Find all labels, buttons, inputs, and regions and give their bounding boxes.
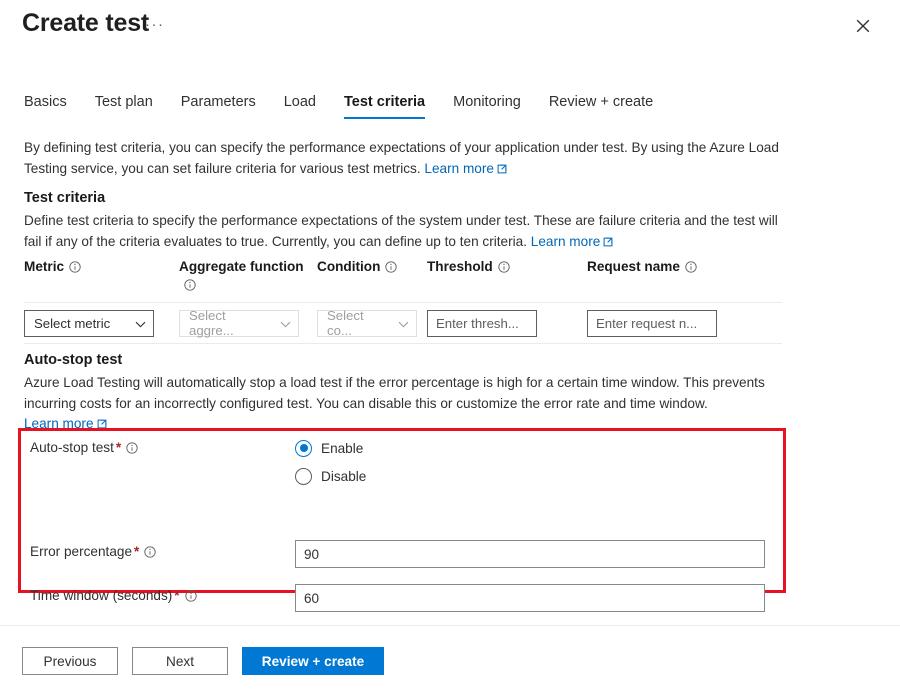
external-link-icon	[603, 233, 613, 254]
auto-stop-test-label-text: Auto-stop test	[30, 440, 114, 455]
footer-separator	[0, 625, 900, 626]
time-window-input[interactable]	[295, 584, 765, 612]
auto-stop-radio-group: Enable Disable	[295, 436, 775, 492]
chevron-down-icon	[280, 316, 291, 331]
page-title: Create test	[22, 9, 149, 38]
form-row-time-window: Time window (seconds)*	[30, 584, 775, 612]
error-percentage-control	[295, 540, 775, 568]
time-window-control	[295, 584, 775, 612]
info-icon[interactable]	[126, 441, 138, 459]
tab-test-criteria[interactable]: Test criteria	[344, 94, 425, 119]
test-criteria-table: Metric Aggregate function Condition Thre…	[24, 258, 782, 344]
info-icon[interactable]	[498, 260, 510, 278]
condition-dropdown-value: Select co...	[327, 308, 392, 338]
cell-threshold	[427, 310, 587, 337]
aggregate-function-dropdown-value: Select aggre...	[189, 308, 274, 338]
tab-review-create[interactable]: Review + create	[549, 94, 653, 119]
tab-load[interactable]: Load	[284, 94, 316, 119]
intro-paragraph: By defining test criteria, you can speci…	[24, 138, 784, 180]
intro-learn-more-label: Learn more	[424, 161, 494, 176]
request-name-input[interactable]	[587, 310, 717, 337]
condition-dropdown[interactable]: Select co...	[317, 310, 417, 337]
auto-stop-heading: Auto-stop test	[24, 352, 784, 368]
form-row-error-percentage: Error percentage*	[30, 540, 775, 568]
metric-dropdown[interactable]: Select metric	[24, 310, 154, 337]
close-icon[interactable]	[850, 13, 876, 39]
column-header-request-name: Request name	[587, 258, 767, 278]
auto-stop-description: Azure Load Testing will automatically st…	[24, 373, 784, 436]
intro-learn-more-link[interactable]: Learn more	[424, 161, 507, 176]
tab-parameters[interactable]: Parameters	[181, 94, 256, 119]
test-criteria-heading: Test criteria	[24, 190, 784, 206]
auto-stop-learn-more-link[interactable]: Learn more	[24, 416, 107, 431]
info-icon[interactable]	[69, 260, 81, 278]
form-row-auto-stop-test: Auto-stop test* Enable Disable	[30, 436, 775, 492]
wizard-tabs: Basics Test plan Parameters Load Test cr…	[24, 94, 876, 126]
column-header-threshold-label: Threshold	[427, 259, 493, 274]
more-options-ellipsis[interactable]: ···	[145, 16, 165, 33]
time-window-label-text: Time window (seconds)	[30, 588, 172, 603]
intro-text: By defining test criteria, you can speci…	[24, 140, 779, 176]
radio-disable-label: Disable	[321, 469, 366, 484]
column-header-metric: Metric	[24, 258, 179, 278]
column-header-threshold: Threshold	[427, 258, 587, 278]
next-button[interactable]: Next	[132, 647, 228, 675]
tab-test-plan[interactable]: Test plan	[95, 94, 153, 119]
column-header-condition-label: Condition	[317, 259, 380, 274]
info-icon[interactable]	[144, 545, 156, 563]
radio-enable-icon	[295, 440, 312, 457]
column-header-condition: Condition	[317, 258, 427, 278]
auto-stop-learn-more-label: Learn more	[24, 416, 94, 431]
required-asterisk: *	[116, 440, 121, 455]
chevron-down-icon	[398, 316, 409, 331]
error-percentage-input[interactable]	[295, 540, 765, 568]
error-percentage-label: Error percentage*	[30, 540, 295, 563]
table-row: Select metric Select aggre... Select co.…	[24, 303, 782, 344]
threshold-input[interactable]	[427, 310, 537, 337]
test-criteria-description-text: Define test criteria to specify the perf…	[24, 213, 778, 249]
wizard-footer: Previous Next Review + create	[22, 647, 384, 675]
tab-monitoring[interactable]: Monitoring	[453, 94, 521, 119]
info-icon[interactable]	[184, 278, 196, 296]
external-link-icon	[497, 160, 507, 181]
content-intro: By defining test criteria, you can speci…	[24, 138, 784, 261]
test-criteria-description: Define test criteria to specify the perf…	[24, 211, 784, 253]
previous-button[interactable]: Previous	[22, 647, 118, 675]
info-icon[interactable]	[185, 589, 197, 607]
radio-enable[interactable]: Enable	[295, 436, 775, 460]
auto-stop-form: Auto-stop test* Enable Disable Error per…	[30, 436, 775, 628]
time-window-label: Time window (seconds)*	[30, 584, 295, 607]
blade-header: Create test ···	[0, 0, 900, 60]
test-criteria-learn-more-link[interactable]: Learn more	[531, 234, 614, 249]
info-icon[interactable]	[385, 260, 397, 278]
radio-disable[interactable]: Disable	[295, 464, 775, 488]
info-icon[interactable]	[685, 260, 697, 278]
column-header-request-name-label: Request name	[587, 259, 680, 274]
review-create-button[interactable]: Review + create	[242, 647, 384, 675]
aggregate-function-dropdown[interactable]: Select aggre...	[179, 310, 299, 337]
column-header-aggregate-function-label: Aggregate function	[179, 259, 304, 274]
cell-condition: Select co...	[317, 310, 427, 337]
cell-aggregate-function: Select aggre...	[179, 310, 317, 337]
column-header-metric-label: Metric	[24, 259, 64, 274]
radio-enable-label: Enable	[321, 441, 363, 456]
cell-request-name	[587, 310, 767, 337]
table-header-row: Metric Aggregate function Condition Thre…	[24, 258, 782, 303]
auto-stop-description-text: Azure Load Testing will automatically st…	[24, 375, 765, 411]
radio-disable-icon	[295, 468, 312, 485]
auto-stop-section: Auto-stop test Azure Load Testing will a…	[24, 342, 784, 444]
column-header-aggregate-function: Aggregate function	[179, 258, 317, 296]
auto-stop-test-label: Auto-stop test*	[30, 436, 295, 459]
chevron-down-icon	[135, 316, 146, 331]
required-asterisk: *	[134, 544, 139, 559]
required-asterisk: *	[174, 588, 179, 603]
external-link-icon	[97, 415, 107, 436]
test-criteria-learn-more-label: Learn more	[531, 234, 601, 249]
error-percentage-label-text: Error percentage	[30, 544, 132, 559]
metric-dropdown-value: Select metric	[34, 316, 110, 331]
cell-metric: Select metric	[24, 310, 179, 337]
tab-basics[interactable]: Basics	[24, 94, 67, 119]
